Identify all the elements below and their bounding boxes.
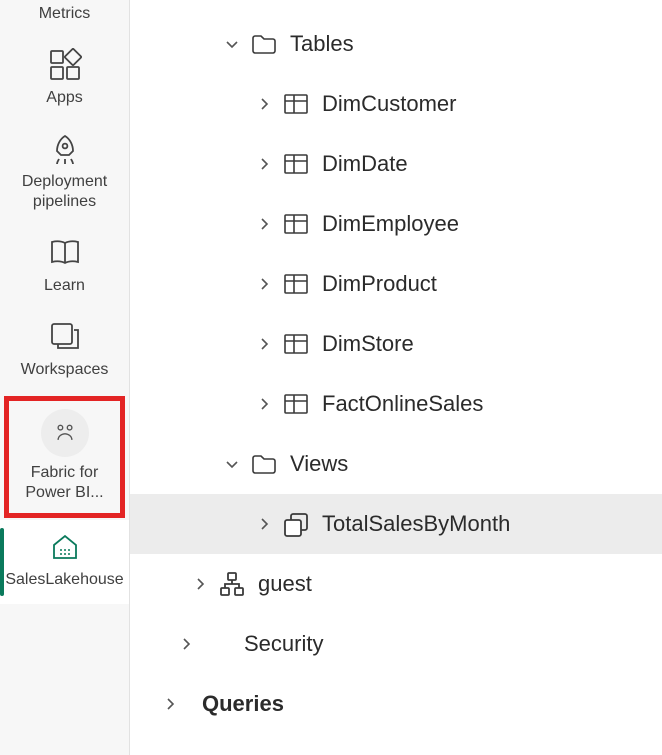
chevron-right-icon: [250, 396, 278, 412]
chevron-down-icon: [218, 456, 246, 472]
nav-saleslakehouse[interactable]: SalesLakehouse: [0, 520, 129, 604]
chevron-right-icon: [250, 276, 278, 292]
folder-icon: [246, 450, 282, 478]
schema-icon: [214, 570, 250, 598]
chevron-right-icon: [250, 156, 278, 172]
node-label: Security: [244, 631, 323, 657]
nav-apps[interactable]: Apps: [0, 38, 129, 122]
tree-node-table[interactable]: FactOnlineSales: [130, 374, 662, 434]
node-label: Tables: [290, 31, 354, 57]
tree-node-tables[interactable]: Tables: [130, 14, 662, 74]
table-icon: [278, 270, 314, 298]
table-icon: [278, 150, 314, 178]
chevron-right-icon: [156, 696, 184, 712]
nav-label: Learn: [44, 276, 85, 296]
nav-label: Apps: [46, 88, 82, 108]
nav-label: Workspaces: [21, 360, 109, 380]
tree-node-views[interactable]: Views: [130, 434, 662, 494]
tree-node-guest[interactable]: guest: [130, 554, 662, 614]
node-label: Views: [290, 451, 348, 477]
node-label: TotalSalesByMonth: [322, 511, 510, 537]
chevron-right-icon: [250, 96, 278, 112]
nav-learn[interactable]: Learn: [0, 226, 129, 310]
node-label: DimDate: [322, 151, 408, 177]
chevron-down-icon: [218, 36, 246, 52]
node-label: Queries: [202, 691, 284, 717]
table-icon: [278, 330, 314, 358]
nav-label: Metrics: [39, 4, 91, 24]
tree-node-queries[interactable]: Queries: [130, 674, 662, 734]
tree-node-table[interactable]: DimProduct: [130, 254, 662, 314]
tree-node-table[interactable]: DimEmployee: [130, 194, 662, 254]
workspaces-icon: [48, 320, 82, 354]
table-icon: [278, 90, 314, 118]
tree-node-table[interactable]: DimDate: [130, 134, 662, 194]
explorer-tree: Tables DimCustomer DimDate DimEmployee D…: [130, 0, 662, 755]
table-icon: [278, 390, 314, 418]
node-label: guest: [258, 571, 312, 597]
nav-label: Fabric for Power BI...: [11, 463, 118, 503]
tree-node-table[interactable]: DimStore: [130, 314, 662, 374]
chevron-right-icon: [250, 516, 278, 532]
node-label: DimProduct: [322, 271, 437, 297]
nav-label: SalesLakehouse: [5, 570, 123, 590]
nav-workspaces[interactable]: Workspaces: [0, 310, 129, 394]
chevron-right-icon: [250, 216, 278, 232]
node-label: DimCustomer: [322, 91, 456, 117]
rocket-icon: [48, 132, 82, 166]
tree-node-table[interactable]: DimCustomer: [130, 74, 662, 134]
node-label: DimStore: [322, 331, 414, 357]
book-icon: [48, 236, 82, 270]
table-icon: [278, 210, 314, 238]
node-label: FactOnlineSales: [322, 391, 483, 417]
apps-icon: [48, 48, 82, 82]
tree-node-view-totalsales[interactable]: TotalSalesByMonth: [130, 494, 662, 554]
folder-icon: [246, 30, 282, 58]
chevron-right-icon: [186, 576, 214, 592]
nav-fabric-workspace[interactable]: Fabric for Power BI...: [4, 396, 125, 518]
nav-deployment-pipelines[interactable]: Deployment pipelines: [0, 122, 129, 226]
node-label: DimEmployee: [322, 211, 459, 237]
chevron-right-icon: [172, 636, 200, 652]
nav-label: Deployment pipelines: [6, 172, 123, 212]
view-icon: [278, 510, 314, 538]
tree-node-security[interactable]: Security: [130, 614, 662, 674]
lakehouse-icon: [48, 530, 82, 564]
fabric-icon: [41, 409, 89, 457]
chevron-right-icon: [250, 336, 278, 352]
nav-metrics[interactable]: Metrics: [0, 4, 129, 38]
left-nav-rail: Metrics Apps Deployment pipelines: [0, 0, 130, 755]
